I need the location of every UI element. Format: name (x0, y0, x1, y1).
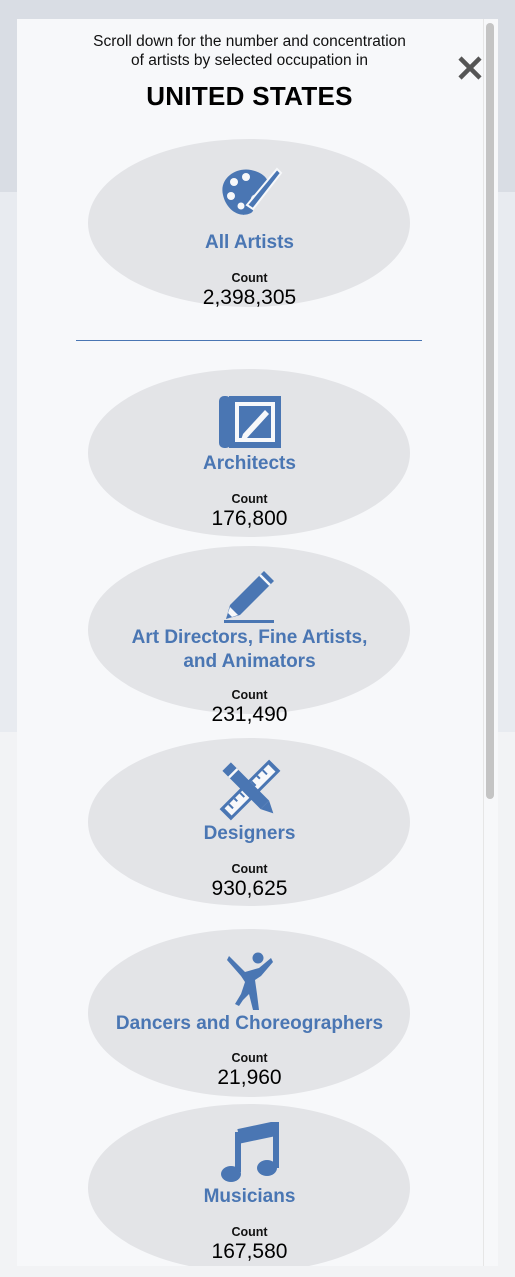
scrollbar-thumb[interactable] (486, 23, 494, 799)
country-title: UNITED STATES (146, 81, 353, 111)
occupation-name: Architects (203, 453, 296, 474)
close-button[interactable] (455, 53, 485, 83)
occupation-name: Musicians (203, 1186, 296, 1207)
occupation-name-line-1: Art Directors, Fine Artists, (131, 627, 368, 648)
occupation-name: Dancers and Choreographers (115, 1013, 384, 1034)
count-value: 231,490 (211, 703, 288, 726)
dancer-icon (17, 950, 482, 1012)
count-value: 930,625 (211, 877, 288, 900)
drafting-board-icon (17, 394, 482, 450)
count-label: Count (231, 1225, 268, 1239)
ruler-pencil-icon (17, 759, 482, 821)
count-value: 176,800 (211, 507, 288, 530)
modal-intro: Scroll down for the number and concentra… (17, 32, 482, 70)
intro-line-1: Scroll down for the number and concentra… (93, 33, 406, 50)
count-label: Count (231, 271, 268, 285)
music-note-icon (17, 1122, 482, 1184)
modal-content[interactable]: Scroll down for the number and concentra… (17, 19, 482, 1266)
count-value: 167,580 (211, 1240, 288, 1263)
occupation-modal: Scroll down for the number and concentra… (17, 19, 498, 1266)
section-divider (76, 340, 422, 341)
occupation-name: All Artists (204, 232, 295, 253)
count-value: 21,960 (217, 1066, 282, 1089)
count-label: Count (231, 1051, 268, 1065)
count-value: 2,398,305 (202, 286, 297, 309)
pencil-icon (17, 565, 482, 623)
count-label: Count (231, 492, 268, 506)
palette-icon (17, 165, 482, 217)
occupation-name: Designers (203, 823, 296, 844)
intro-line-2: of artists by selected occupation in (131, 52, 368, 69)
close-icon (458, 56, 482, 80)
count-label: Count (231, 862, 268, 876)
count-label: Count (231, 688, 268, 702)
occupation-name-line-2: and Animators (183, 651, 316, 672)
